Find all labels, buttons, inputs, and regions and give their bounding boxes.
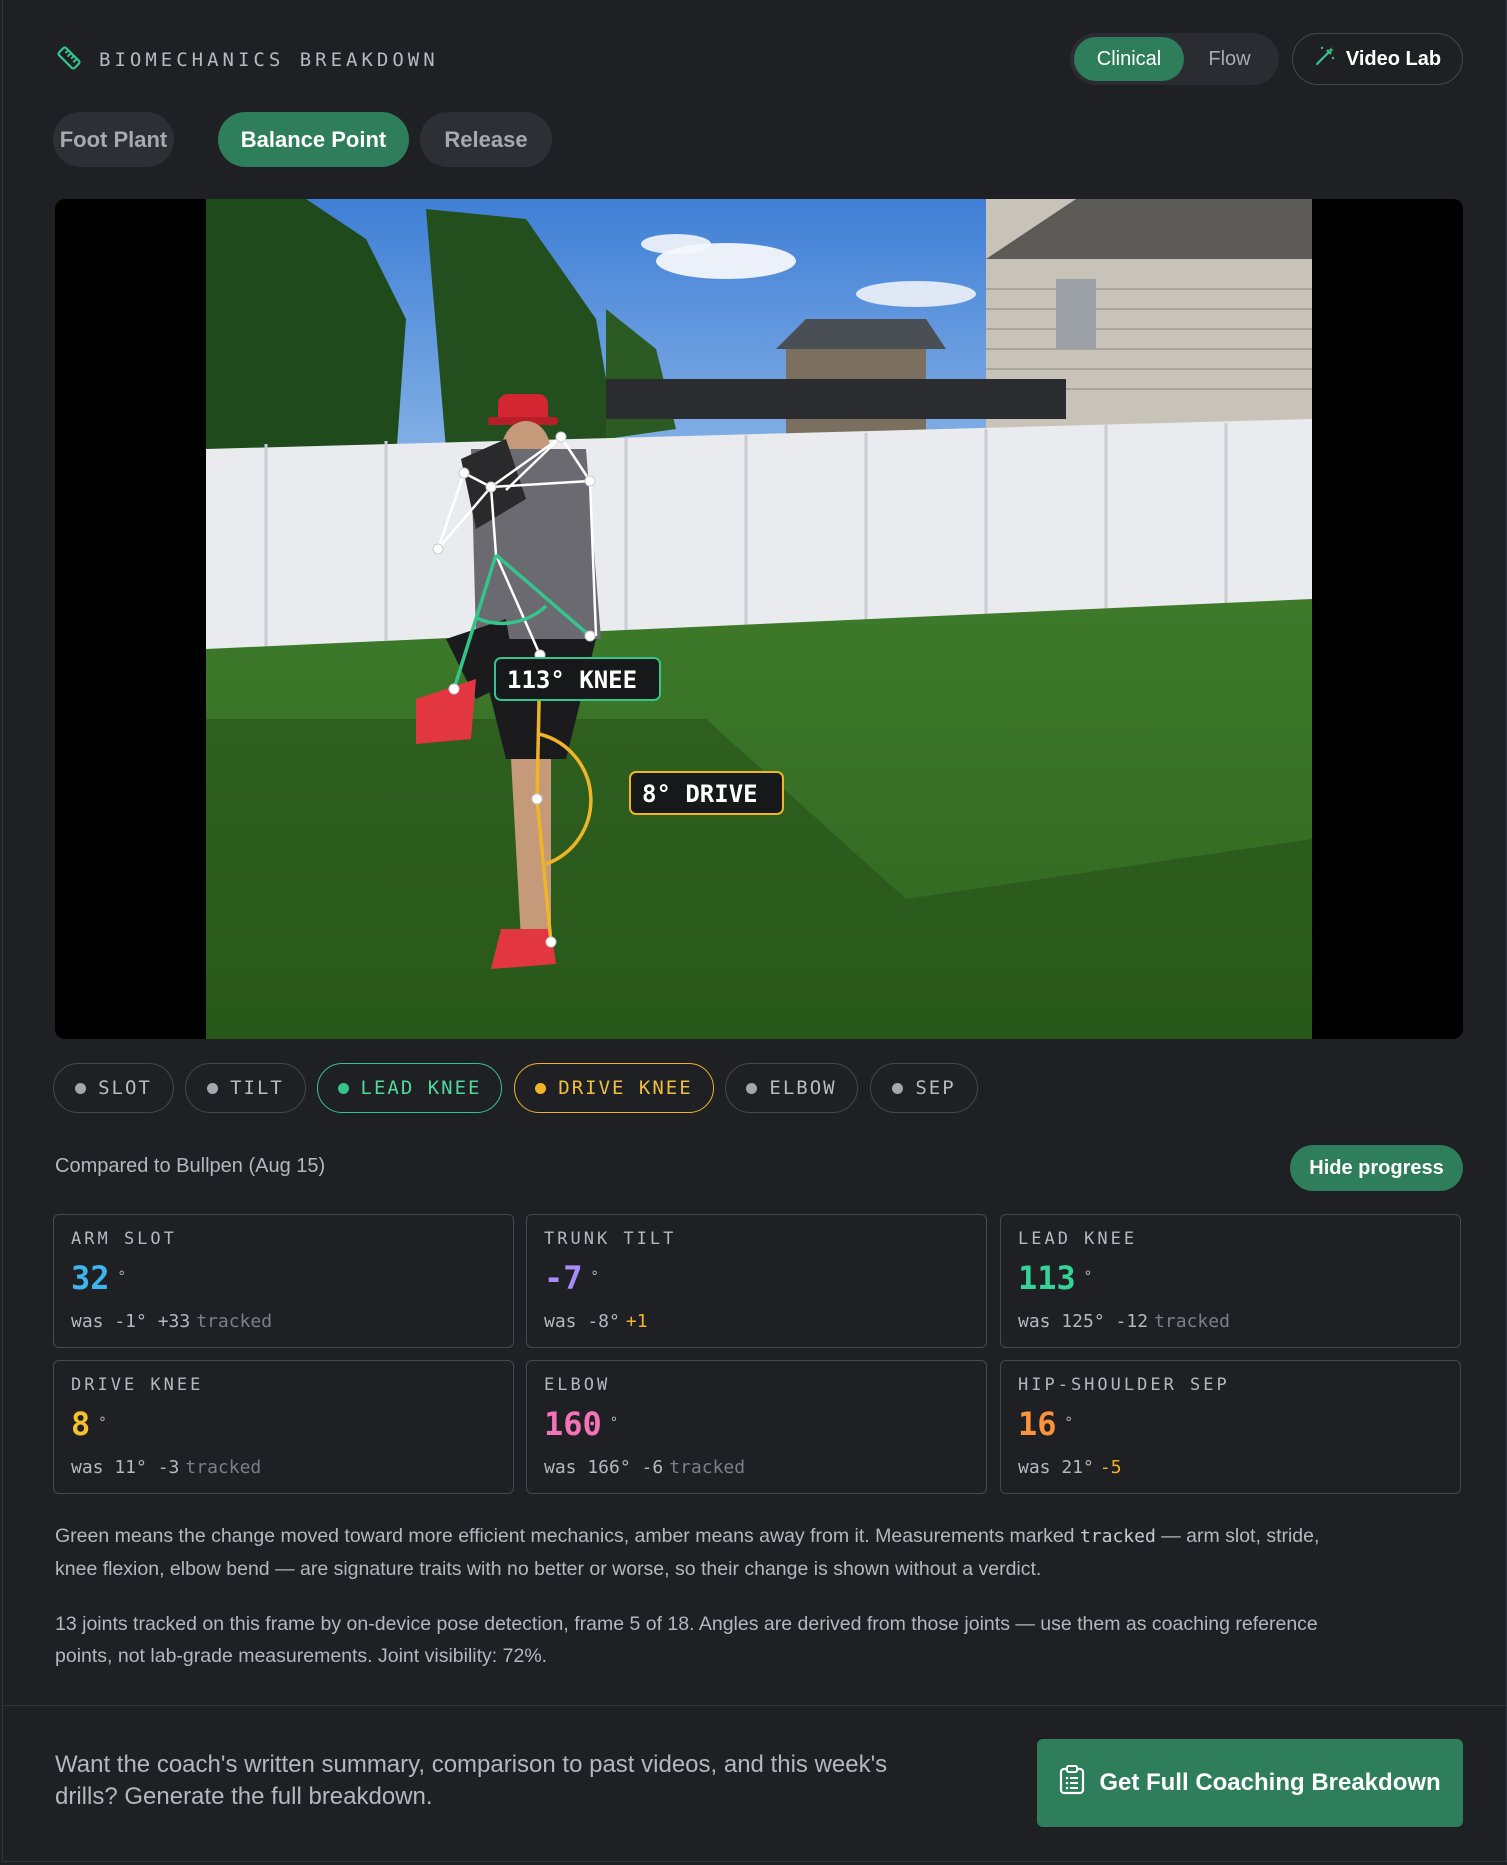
clipboard-icon [1059, 1764, 1085, 1802]
card-previous: was 11° -3 tracked [71, 1457, 262, 1478]
svg-text:8° DRIVE: 8° DRIVE [642, 780, 758, 808]
view-option-clinical[interactable]: Clinical [1074, 37, 1184, 81]
metric-card-lead-knee: LEAD KNEE 113 ° was 125° -12 tracked [1000, 1214, 1461, 1348]
card-previous: was 125° -12 tracked [1018, 1311, 1230, 1332]
card-value: 32 ° [71, 1259, 126, 1297]
legend-note: Green means the change moved toward more… [55, 1525, 1320, 1580]
magic-wand-icon [1314, 45, 1336, 73]
card-label: ARM SLOT [71, 1229, 177, 1249]
card-value: 16 ° [1018, 1405, 1073, 1443]
card-label: ELBOW [544, 1375, 611, 1395]
metric-card-trunk-tilt: TRUNK TILT -7 ° was -8° +1 [526, 1214, 987, 1348]
get-full-coaching-breakdown-button[interactable]: Get Full Coaching Breakdown [1037, 1739, 1463, 1827]
biomechanics-panel: BIOMECHANICS BREAKDOWN Clinical Flow Vid… [2, 0, 1507, 1862]
card-previous: was 21° -5 [1018, 1457, 1122, 1478]
status-dot [337, 1082, 349, 1094]
status-dot [746, 1082, 758, 1094]
tab-release[interactable]: Release [420, 112, 552, 167]
metric-pill-slot[interactable]: SLOT [53, 1063, 174, 1113]
tab-foot-plant[interactable]: Foot Plant [53, 112, 174, 167]
comparison-label: Compared to Bullpen (Aug 15) [55, 1155, 326, 1177]
ruler-icon [55, 44, 83, 77]
section-divider [5, 1705, 1507, 1706]
card-value: 160 ° [544, 1405, 619, 1443]
card-value: 8 ° [71, 1405, 107, 1443]
card-value: -7 ° [544, 1259, 599, 1297]
status-dot [535, 1082, 547, 1094]
drive-angle-label: 8° DRIVE [629, 771, 784, 815]
pose-overlay-image: 113° KNEE 8° DRIVE [206, 199, 1312, 1039]
card-previous: was -1° +33 tracked [71, 1311, 273, 1332]
metric-pill-label: TILT [230, 1077, 284, 1099]
detection-note: 13 joints tracked on this frame by on-de… [55, 1613, 1318, 1667]
cta-button-label: Get Full Coaching Breakdown [1099, 1769, 1441, 1796]
video-lab-button[interactable]: Video Lab [1292, 33, 1463, 85]
metric-card-arm-slot: ARM SLOT 32 ° was -1° +33 tracked [53, 1214, 514, 1348]
metric-pill-label: SEP [915, 1077, 956, 1099]
metric-pill-label: ELBOW [769, 1077, 837, 1099]
knee-angle-label: 113° KNEE [494, 657, 661, 701]
view-option-flow[interactable]: Flow [1184, 37, 1275, 81]
card-label: TRUNK TILT [544, 1229, 677, 1249]
video-frame[interactable]: 113° KNEE 8° DRIVE [55, 199, 1463, 1039]
page-title: BIOMECHANICS BREAKDOWN [99, 49, 439, 71]
hide-progress-button[interactable]: Hide progress [1290, 1145, 1463, 1191]
status-dot [75, 1082, 87, 1094]
tab-balance-point[interactable]: Balance Point [218, 112, 409, 167]
panel-header: BIOMECHANICS BREAKDOWN [55, 44, 439, 77]
card-previous: was -8° +1 [544, 1311, 648, 1332]
view-toggle: Clinical Flow [1070, 33, 1279, 85]
metric-pill-elbow[interactable]: ELBOW [725, 1063, 858, 1113]
metric-card-elbow: ELBOW 160 ° was 166° -6 tracked [526, 1360, 987, 1494]
card-label: DRIVE KNEE [71, 1375, 204, 1395]
cta-description: Want the coach's written summary, compar… [55, 1751, 888, 1810]
card-label: HIP-SHOULDER SEP [1018, 1375, 1230, 1395]
card-label: LEAD KNEE [1018, 1229, 1138, 1249]
status-dot [207, 1082, 219, 1094]
status-dot [892, 1082, 904, 1094]
metric-pill-label: DRIVE KNEE [558, 1077, 693, 1099]
metric-pill-label: SLOT [98, 1077, 152, 1099]
metric-pill-label: LEAD KNEE [360, 1077, 482, 1099]
svg-text:113° KNEE: 113° KNEE [507, 666, 637, 694]
metric-card-hip-shoulder-sep: HIP-SHOULDER SEP 16 ° was 21° -5 [1000, 1360, 1461, 1494]
metric-pill-drive-knee[interactable]: DRIVE KNEE [514, 1063, 714, 1113]
video-lab-label: Video Lab [1345, 47, 1442, 70]
metric-pill-tilt[interactable]: TILT [185, 1063, 306, 1113]
metric-pill-sep[interactable]: SEP [870, 1063, 978, 1113]
card-value: 113 ° [1018, 1259, 1093, 1297]
card-previous: was 166° -6 tracked [544, 1457, 746, 1478]
metric-card-drive-knee: DRIVE KNEE 8 ° was 11° -3 tracked [53, 1360, 514, 1494]
metric-pill-lead-knee[interactable]: LEAD KNEE [317, 1063, 502, 1113]
